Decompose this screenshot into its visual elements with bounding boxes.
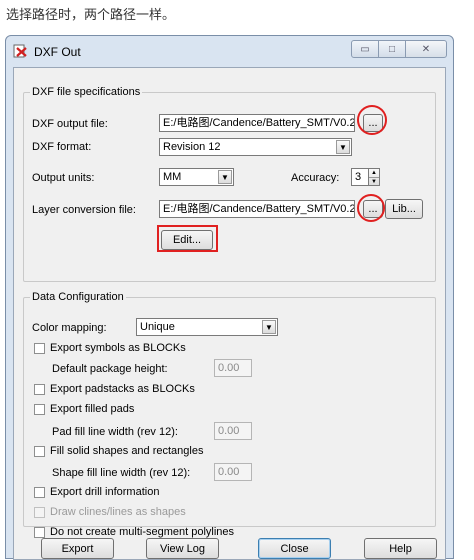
no-multi-segment-checkbox[interactable] (34, 527, 45, 538)
output-units-value: MM (163, 171, 182, 183)
chevron-down-icon: ▼ (262, 320, 276, 334)
export-filled-pads-checkbox[interactable] (34, 404, 45, 415)
export-symbols-label: Export symbols as BLOCKs (50, 342, 186, 354)
shape-fill-width-field[interactable]: 0.00 (214, 463, 252, 481)
export-padstacks-checkbox[interactable] (34, 384, 45, 395)
draw-clines-checkbox[interactable] (34, 507, 45, 518)
layer-conversion-file-field[interactable]: E:/电路图/Candence/Battery_SMT/V0.2 (159, 200, 355, 218)
maximize-icon: □ (388, 43, 396, 55)
color-mapping-label: Color mapping: (32, 322, 107, 334)
annotation-circle-layer (357, 194, 385, 222)
dxf-format-value: Revision 12 (163, 141, 221, 153)
title-bar: DXF Out ▭ □ ✕ (6, 36, 453, 66)
minimize-icon: ▭ (360, 43, 370, 55)
draw-clines-label: Draw clines/lines as shapes (50, 506, 186, 518)
color-mapping-value: Unique (140, 321, 175, 333)
dxf-output-file-field[interactable]: E:/电路图/Candence/Battery_SMT/V0.2 (159, 114, 355, 132)
maximize-button[interactable]: □ (378, 40, 406, 58)
dxf-format-label: DXF format: (32, 141, 92, 153)
data-configuration-group-label: Data Configuration (30, 291, 126, 303)
chevron-down-icon: ▼ (336, 140, 350, 154)
chevron-down-icon: ▼ (218, 170, 232, 184)
dxf-app-icon (13, 44, 27, 58)
accuracy-spinner[interactable]: ▲ ▼ (368, 168, 380, 186)
fill-solid-shapes-label: Fill solid shapes and rectangles (50, 445, 204, 457)
dxf-output-file-label: DXF output file: (32, 118, 108, 130)
accuracy-label: Accuracy: (291, 172, 340, 184)
layer-conversion-file-label: Layer conversion file: (32, 204, 136, 216)
help-button[interactable]: Help (364, 538, 437, 559)
default-package-height-label: Default package height: (52, 363, 168, 375)
pad-fill-width-label: Pad fill line width (rev 12): (52, 426, 178, 438)
page-caption: 选择路径时，两个路径一样。 (6, 8, 176, 23)
lib-button[interactable]: Lib... (385, 199, 423, 219)
close-button[interactable]: Close (258, 538, 331, 559)
dxf-file-spec-group-label: DXF file specifications (30, 86, 143, 98)
output-units-select[interactable]: MM ▼ (159, 168, 234, 186)
export-padstacks-label: Export padstacks as BLOCKs (50, 383, 195, 395)
output-units-label: Output units: (32, 172, 95, 184)
annotation-circle-output (357, 105, 387, 135)
default-package-height-field[interactable]: 0.00 (214, 359, 252, 377)
dxf-out-dialog: DXF Out ▭ □ ✕ DXF file specifications DX… (5, 35, 454, 560)
accuracy-field[interactable]: 3 (351, 168, 369, 186)
export-filled-pads-label: Export filled pads (50, 403, 135, 415)
close-icon: ✕ (421, 43, 431, 55)
window-title: DXF Out (34, 45, 81, 59)
annotation-rect-edit (157, 225, 218, 252)
fill-solid-shapes-checkbox[interactable] (34, 446, 45, 457)
color-mapping-select[interactable]: Unique ▼ (136, 318, 278, 336)
export-drill-checkbox[interactable] (34, 487, 45, 498)
no-multi-segment-label: Do not create multi-segment polylines (50, 526, 235, 538)
spin-down-icon[interactable]: ▼ (369, 178, 379, 186)
pad-fill-width-field[interactable]: 0.00 (214, 422, 252, 440)
minimize-button[interactable]: ▭ (351, 40, 379, 58)
export-drill-label: Export drill information (50, 486, 160, 498)
export-button[interactable]: Export (41, 538, 114, 559)
dxf-format-select[interactable]: Revision 12 ▼ (159, 138, 352, 156)
close-window-button[interactable]: ✕ (405, 40, 447, 58)
view-log-button[interactable]: View Log (146, 538, 219, 559)
export-symbols-checkbox[interactable] (34, 343, 45, 354)
shape-fill-width-label: Shape fill line width (rev 12): (52, 467, 191, 479)
dialog-client-area: DXF file specifications DXF output file:… (13, 67, 446, 560)
spin-up-icon[interactable]: ▲ (369, 169, 379, 178)
